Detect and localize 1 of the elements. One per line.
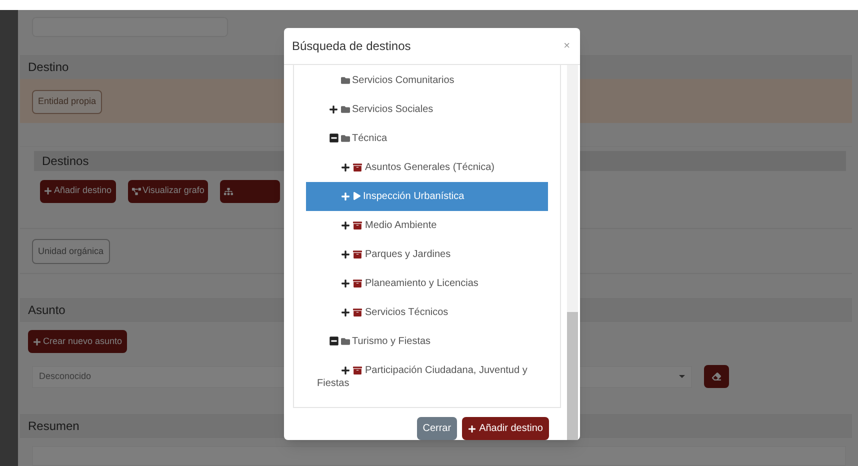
dialog-title: Búsqueda de destinos — [292, 38, 411, 55]
